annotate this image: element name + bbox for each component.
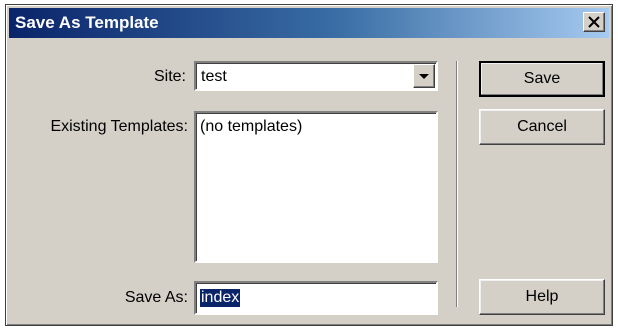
close-icon bbox=[588, 15, 600, 32]
site-dropdown-button[interactable] bbox=[413, 64, 435, 88]
list-item[interactable]: (no templates) bbox=[200, 118, 302, 136]
dialog-title: Save As Template bbox=[15, 13, 159, 32]
chevron-down-icon bbox=[419, 74, 429, 79]
cancel-button[interactable]: Cancel bbox=[479, 109, 605, 145]
help-button[interactable]: Help bbox=[479, 279, 605, 315]
save-as-template-dialog: Save As Template Site: test Existing Tem… bbox=[5, 4, 613, 326]
title-bar[interactable]: Save As Template bbox=[9, 8, 609, 38]
save-as-input[interactable]: index bbox=[194, 281, 438, 315]
close-button[interactable] bbox=[583, 12, 605, 32]
existing-templates-list[interactable]: (no templates) bbox=[194, 111, 438, 263]
site-select[interactable]: test bbox=[194, 61, 438, 91]
existing-templates-label: Existing Templates: bbox=[50, 118, 188, 135]
site-label: Site: bbox=[153, 68, 186, 85]
vertical-divider bbox=[456, 61, 458, 307]
save-as-input-value: index bbox=[200, 289, 241, 307]
save-as-label: Save As: bbox=[124, 289, 188, 306]
save-button[interactable]: Save bbox=[479, 61, 605, 97]
site-select-value: test bbox=[201, 68, 227, 85]
